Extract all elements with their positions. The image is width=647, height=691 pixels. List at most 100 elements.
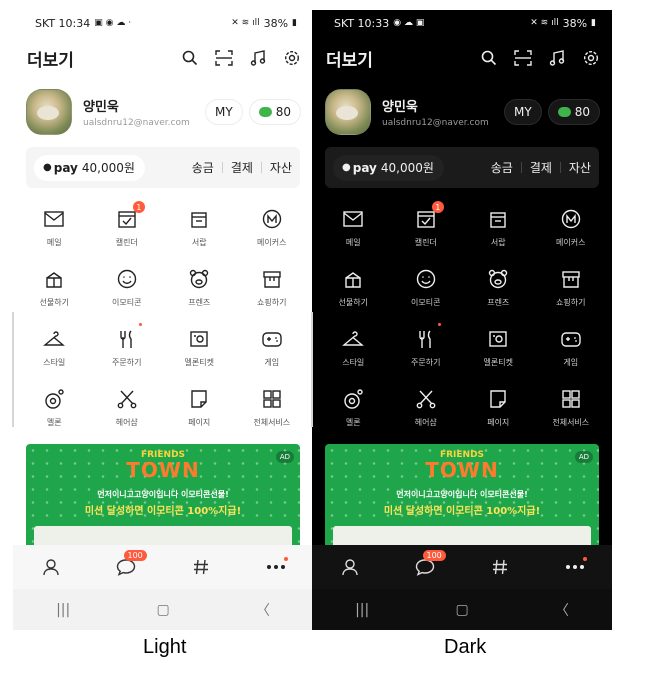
- menu-item-10[interactable]: 멜론티켓: [163, 323, 236, 383]
- pay-label: pay: [352, 160, 377, 175]
- my-button[interactable]: MY: [504, 99, 542, 125]
- menu-item-8[interactable]: 스타일: [317, 323, 390, 383]
- pay-link-transfer[interactable]: 송금: [192, 159, 214, 176]
- menu-item-11[interactable]: 게임: [535, 323, 608, 383]
- menu-item-label: 메이커스: [257, 238, 287, 247]
- nav-more-icon[interactable]: [561, 553, 589, 581]
- menu-item-label: 이모티콘: [411, 298, 441, 307]
- pay-link-assets[interactable]: 자산: [569, 159, 591, 176]
- menu-item-5[interactable]: 이모티콘: [390, 263, 463, 323]
- menu-item-14[interactable]: 페이지: [462, 383, 535, 443]
- points-button[interactable]: 80: [547, 99, 600, 125]
- pay-amount: 40,000원: [380, 161, 434, 175]
- page-icon: [187, 387, 211, 411]
- page-header: 더보기: [312, 44, 612, 72]
- mail-icon: [341, 207, 365, 231]
- menu-item-7[interactable]: 쇼핑하기: [236, 263, 309, 323]
- ticket-icon: [486, 327, 510, 351]
- menu-item-label: 멜론: [345, 418, 361, 427]
- pay-link-transfer[interactable]: 송금: [491, 159, 513, 176]
- menu-item-6[interactable]: 프렌즈: [163, 263, 236, 323]
- recents-icon[interactable]: |||: [355, 602, 369, 618]
- menu-item-label: 페이지: [487, 418, 510, 427]
- back-icon[interactable]: 〈: [256, 600, 270, 620]
- menu-item-3[interactable]: 메이커스: [535, 203, 608, 263]
- banner-line-1: 먼저이니고고양이입니다 이모티콘선물!: [97, 490, 229, 499]
- menu-item-label: 주문하기: [411, 358, 441, 367]
- menu-item-15[interactable]: 전체서비스: [535, 383, 608, 443]
- menu-item-1[interactable]: 1 캘린더: [390, 201, 463, 263]
- logo-main-text: TOWN: [425, 458, 499, 482]
- phone-light: SKT 10:34 ▣ ◉ ☁ · ✕ ≋ ıll 38% ▮ 더보기 양민욱 …: [13, 10, 313, 630]
- scan-icon[interactable]: [215, 49, 233, 67]
- menu-item-9[interactable]: 주문하기: [390, 323, 463, 383]
- pay-link-payment[interactable]: 결제: [530, 159, 552, 176]
- menu-item-3[interactable]: 메이커스: [236, 203, 309, 263]
- menu-item-10[interactable]: 멜론티켓: [462, 323, 535, 383]
- menu-item-label: 쇼핑하기: [556, 298, 586, 307]
- menu-item-8[interactable]: 스타일: [18, 323, 91, 383]
- settings-gear-icon[interactable]: [582, 49, 600, 67]
- menu-item-2[interactable]: 서랍: [462, 203, 535, 263]
- menu-item-4[interactable]: 선물하기: [18, 263, 91, 323]
- menu-item-2[interactable]: 서랍: [163, 203, 236, 263]
- caption-light: Light: [143, 636, 187, 658]
- pay-balance-button[interactable]: ● pay 40,000원: [34, 154, 145, 181]
- battery-icon: ▮: [292, 18, 297, 28]
- nav-friends-icon[interactable]: [336, 553, 364, 581]
- menu-item-14[interactable]: 페이지: [163, 383, 236, 443]
- pay-link-assets[interactable]: 자산: [270, 159, 292, 176]
- profile-row[interactable]: 양민욱 ualsdnru12@naver.com MY 80: [13, 86, 313, 138]
- menu-item-11[interactable]: 게임: [236, 323, 309, 383]
- menu-item-7[interactable]: 쇼핑하기: [535, 263, 608, 323]
- recents-icon[interactable]: |||: [56, 602, 70, 618]
- search-icon[interactable]: [181, 49, 199, 67]
- avatar[interactable]: [325, 89, 371, 135]
- nav-hashtag-icon[interactable]: [486, 553, 514, 581]
- menu-item-1[interactable]: 1 캘린더: [91, 201, 164, 263]
- menu-item-13[interactable]: 헤어샵: [390, 383, 463, 443]
- my-button[interactable]: MY: [205, 99, 243, 125]
- menu-item-6[interactable]: 프렌즈: [462, 263, 535, 323]
- settings-gear-icon[interactable]: [283, 49, 301, 67]
- nav-friends-icon[interactable]: [37, 553, 65, 581]
- menu-item-label: 선물하기: [39, 298, 69, 307]
- menu-item-4[interactable]: 선물하기: [317, 263, 390, 323]
- more-dot: [582, 557, 587, 561]
- logo-main-text: TOWN: [126, 458, 200, 482]
- status-carrier-time: SKT 10:34: [35, 16, 91, 30]
- back-icon[interactable]: 〈: [555, 600, 569, 620]
- music-icon[interactable]: [249, 49, 267, 67]
- notification-badge: 1: [431, 201, 444, 213]
- hanger-icon: [42, 327, 66, 351]
- avatar[interactable]: [26, 89, 72, 135]
- music-icon[interactable]: [548, 49, 566, 67]
- nav-chats-icon[interactable]: 100: [411, 550, 446, 581]
- home-icon[interactable]: ▢: [455, 602, 468, 618]
- menu-item-12[interactable]: 멜론: [18, 383, 91, 443]
- menu-item-5[interactable]: 이모티콘: [91, 263, 164, 323]
- menu-item-13[interactable]: 헤어샵: [91, 383, 164, 443]
- nav-chats-icon[interactable]: 100: [112, 550, 147, 581]
- menu-item-label: 페이지: [188, 418, 211, 427]
- scan-icon[interactable]: [514, 49, 532, 67]
- menu-item-12[interactable]: 멜론: [317, 383, 390, 443]
- drawer-icon: [187, 207, 211, 231]
- home-icon[interactable]: ▢: [156, 602, 169, 618]
- divider: [260, 162, 262, 173]
- profile-row[interactable]: 양민욱 ualsdnru12@naver.com MY 80: [312, 86, 612, 138]
- menu-item-0[interactable]: 메일: [317, 203, 390, 263]
- search-icon[interactable]: [480, 49, 498, 67]
- pay-link-payment[interactable]: 결제: [231, 159, 253, 176]
- menu-item-0[interactable]: 메일: [18, 203, 91, 263]
- profile-email: ualsdnru12@naver.com: [83, 118, 190, 128]
- menu-item-9[interactable]: 주문하기: [91, 323, 164, 383]
- nav-more-icon[interactable]: [262, 553, 290, 581]
- menu-item-15[interactable]: 전체서비스: [236, 383, 309, 443]
- game-icon: [559, 327, 583, 351]
- friends-town-logo: FRIENDS TOWN: [126, 450, 199, 480]
- profile-name: 양민욱: [382, 100, 418, 115]
- points-button[interactable]: 80: [248, 99, 301, 125]
- nav-hashtag-icon[interactable]: [187, 553, 215, 581]
- pay-balance-button[interactable]: ● pay 40,000원: [333, 154, 444, 181]
